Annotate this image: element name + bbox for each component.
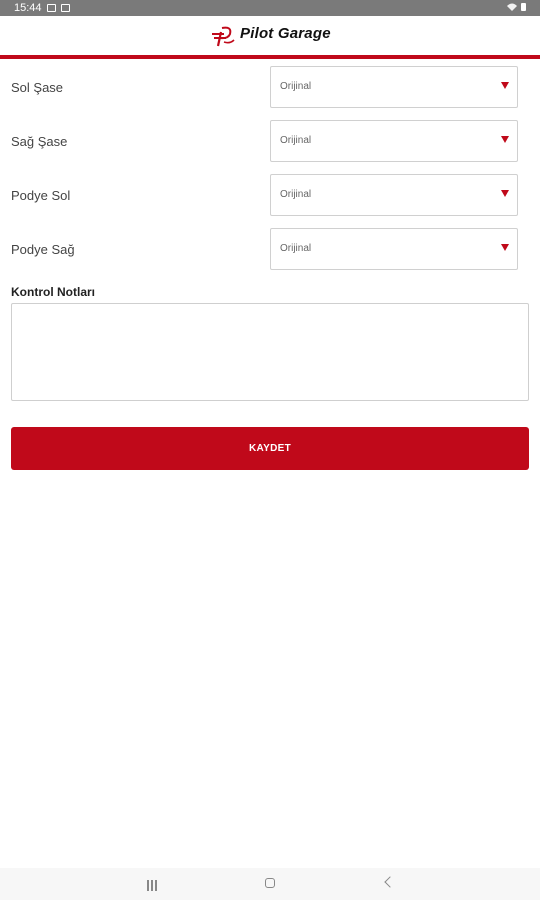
status-bar: 15:44 [0, 0, 540, 16]
dropdown-arrow-icon [501, 190, 509, 197]
select-sag-sase[interactable]: Orijinal [270, 120, 518, 162]
recents-icon[interactable] [147, 878, 159, 891]
label-sag-sase: Sağ Şase [11, 134, 68, 149]
status-time: 15:44 [14, 2, 42, 14]
system-nav-bar [0, 868, 540, 900]
label-sol-sase: Sol Şase [11, 80, 64, 95]
wifi-battery-icon [507, 3, 526, 11]
select-podye-sag[interactable]: Orijinal [270, 228, 518, 270]
dropdown-arrow-icon [501, 136, 509, 143]
label-podye-sol: Podye Sol [11, 188, 71, 203]
select-podye-sol[interactable]: Orijinal [270, 174, 518, 216]
home-icon[interactable] [265, 878, 275, 888]
pilot-garage-logo: Pilot Garage [210, 24, 334, 48]
select-value: Orijinal [280, 189, 312, 200]
status-icons [506, 2, 528, 15]
logo-text: Pilot Garage [240, 25, 331, 42]
notification-icon [61, 4, 70, 12]
back-icon[interactable] [384, 876, 396, 888]
app-header: Pilot Garage [0, 16, 540, 59]
logo-mark-icon [212, 26, 235, 47]
notes-label: Kontrol Notları [11, 285, 95, 299]
label-podye-sag: Podye Sağ [11, 242, 75, 257]
select-value: Orijinal [280, 81, 312, 92]
notification-icon [47, 4, 56, 12]
select-value: Orijinal [280, 243, 312, 254]
save-button[interactable]: KAYDET [11, 427, 529, 470]
select-value: Orijinal [280, 135, 312, 146]
notes-textarea[interactable] [11, 303, 529, 401]
dropdown-arrow-icon [501, 82, 509, 89]
select-sol-sase[interactable]: Orijinal [270, 66, 518, 108]
dropdown-arrow-icon [501, 244, 509, 251]
